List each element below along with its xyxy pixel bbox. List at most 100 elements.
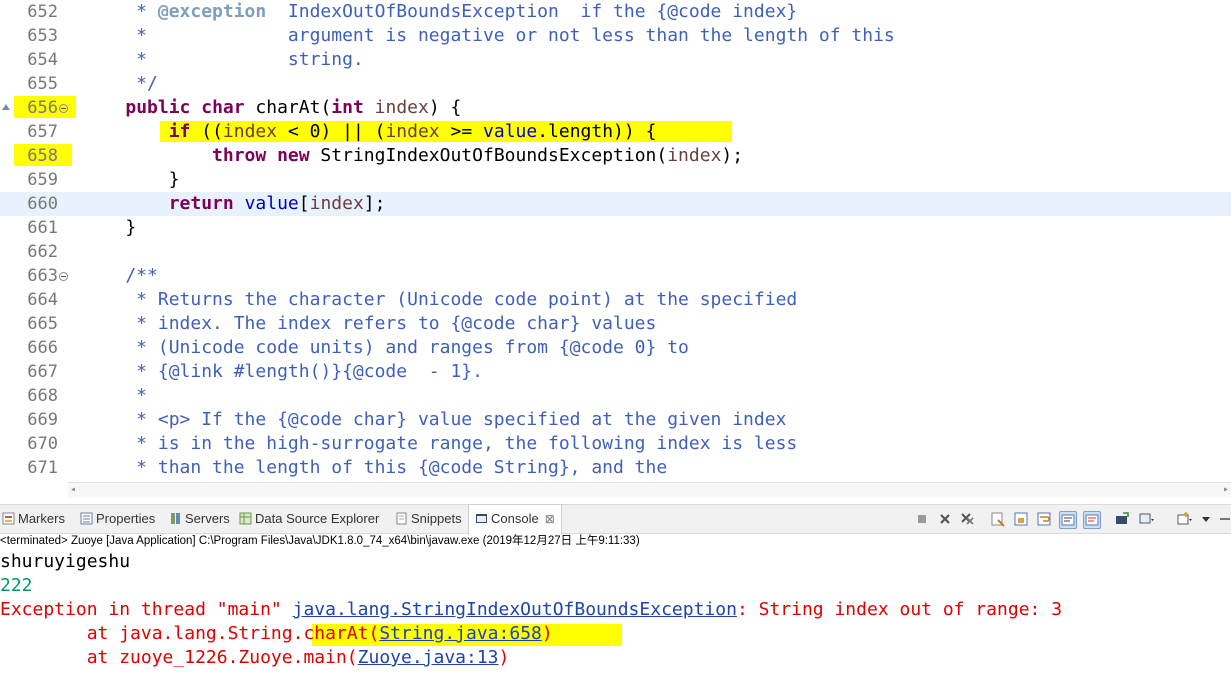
code-line[interactable]: 653 * argument is negative or not less t… [0, 24, 1231, 48]
code-line[interactable]: 658 throw new StringIndexOutOfBoundsExce… [0, 144, 1231, 168]
line-number: 659 [27, 170, 58, 190]
code-text: * than the length of this {@code String}… [82, 456, 667, 480]
word-wrap-icon[interactable] [1036, 511, 1052, 527]
trace2-link[interactable]: Zuoye.java:13 [358, 647, 499, 668]
trace1-link[interactable]: String.java:658 [379, 623, 542, 644]
clear-console-icon[interactable] [990, 511, 1006, 527]
line-number: 664 [27, 290, 58, 310]
code-text: * <p> If the {@code char} value specifie… [82, 408, 786, 432]
code-line[interactable]: 655 */ [0, 72, 1231, 96]
code-text: * argument is negative or not less than … [82, 24, 895, 48]
code-line[interactable]: 663 /** [0, 264, 1231, 288]
code-token: index [374, 97, 429, 118]
editor-horizontal-scrollbar[interactable]: ◂ ▸ [68, 482, 1231, 497]
code-token: * <p> If the {@code char} value specifie… [82, 409, 787, 430]
display-console-icon[interactable] [1138, 511, 1154, 527]
tab-servers[interactable]: Servers [169, 505, 230, 533]
code-token: * (Unicode code units) and ranges from {… [82, 337, 689, 358]
data-source-icon [239, 512, 252, 525]
exception-class-link[interactable]: java.lang.StringIndexOutOfBoundsExceptio… [293, 599, 737, 620]
code-text: } [82, 168, 180, 192]
code-text: * {@link #length()}{@code - 1}. [82, 360, 483, 384]
exception-prefix: Exception in thread "main" [0, 599, 293, 620]
tab-snippets[interactable]: Snippets [395, 505, 462, 533]
code-token: IndexOutOfBoundsException if the {@code … [266, 1, 798, 22]
code-line[interactable]: 654 * string. [0, 48, 1231, 72]
stack-trace-line-1: at java.lang.String.charAt(String.java:6… [0, 622, 553, 646]
view-menu-icon[interactable] [1198, 511, 1214, 527]
code-line[interactable]: 670 * is in the high-surrogate range, th… [0, 432, 1231, 456]
scroll-left-icon[interactable]: ◂ [70, 484, 76, 496]
tab-data-source-explorer[interactable]: Data Source Explorer [239, 505, 379, 533]
tab-markers-label: Markers [18, 511, 65, 526]
terminate-icon[interactable] [914, 511, 930, 527]
code-token: } [82, 169, 180, 190]
code-token: < 0) || ( [277, 121, 386, 142]
code-line[interactable]: 668 * [0, 384, 1231, 408]
code-text: * [82, 384, 147, 408]
code-line[interactable]: 666 * (Unicode code units) and ranges fr… [0, 336, 1231, 360]
code-line[interactable]: 669 * <p> If the {@code char} value spec… [0, 408, 1231, 432]
line-number: 670 [27, 434, 58, 454]
code-line[interactable]: 665 * index. The index refers to {@code … [0, 312, 1231, 336]
override-marker-icon[interactable] [2, 104, 10, 110]
code-token: * index. The index refers to {@code char… [82, 313, 657, 334]
close-console-icon[interactable]: ⊠ [545, 512, 555, 526]
line-number: 663 [27, 266, 58, 286]
code-text: * @exception IndexOutOfBoundsException i… [82, 0, 797, 24]
code-token: * [82, 385, 148, 406]
stack-trace-line-2: at zuoye_1226.Zuoye.main(Zuoye.java:13) [0, 646, 510, 670]
code-line[interactable]: 660 return value[index]; [0, 192, 1231, 216]
code-text: * string. [82, 48, 364, 72]
tab-console-label: Console [491, 511, 539, 526]
code-line[interactable]: 662 [0, 240, 1231, 264]
code-token: char [201, 97, 245, 118]
console-stdout-line: shuruyigeshu [0, 551, 131, 572]
minimize-view-icon[interactable] [1219, 511, 1231, 527]
code-line[interactable]: 664 * Returns the character (Unicode cod… [0, 288, 1231, 312]
scroll-right-icon[interactable]: ▸ [1223, 484, 1229, 496]
tab-properties[interactable]: Properties [80, 505, 155, 533]
remove-all-terminated-icon[interactable] [959, 511, 975, 527]
code-line[interactable]: 652 * @exception IndexOutOfBoundsExcepti… [0, 0, 1231, 24]
code-editor[interactable]: 652 * @exception IndexOutOfBoundsExcepti… [0, 0, 1231, 482]
fold-toggle-icon[interactable] [59, 272, 68, 281]
remove-launch-icon[interactable] [937, 511, 953, 527]
tab-markers[interactable]: Markers [2, 505, 65, 533]
code-line[interactable]: 667 * {@link #length()}{@code - 1}. [0, 360, 1231, 384]
code-text: * index. The index refers to {@code char… [82, 312, 656, 336]
console-output[interactable]: shuruyigeshu 222 Exception in thread "ma… [0, 550, 1231, 694]
code-line[interactable]: 661 } [0, 216, 1231, 240]
code-text: throw new StringIndexOutOfBoundsExceptio… [82, 144, 743, 168]
code-line[interactable]: 671 * than the length of this {@code Str… [0, 456, 1231, 480]
code-text: if ((index < 0) || (index >= value.lengt… [82, 120, 657, 144]
code-token: } [82, 217, 137, 238]
line-number: 660 [27, 194, 58, 214]
tab-console[interactable]: Console ⊠ [468, 504, 562, 535]
code-token: */ [82, 73, 158, 94]
markers-icon [2, 512, 15, 525]
scroll-lock-icon[interactable] [1013, 511, 1029, 527]
open-console-icon[interactable] [1176, 511, 1192, 527]
show-stderr-icon[interactable] [1083, 511, 1101, 529]
line-number: 667 [27, 362, 58, 382]
exception-line: Exception in thread "main" java.lang.Str… [0, 598, 1062, 622]
show-stdout-icon[interactable] [1059, 511, 1077, 529]
code-token: * is in the high-surrogate range, the fo… [82, 433, 798, 454]
code-line[interactable]: 657 if ((index < 0) || (index >= value.l… [0, 120, 1231, 144]
code-token: ]; [363, 193, 386, 214]
code-token: public [125, 97, 191, 118]
code-line[interactable]: 656 public char charAt(int index) { [0, 96, 1231, 120]
fold-toggle-icon[interactable] [59, 104, 68, 113]
code-token: index [222, 121, 278, 142]
code-line[interactable]: 659 } [0, 168, 1231, 192]
code-token: * {@link #length()}{@code - 1}. [82, 361, 483, 382]
code-token: return [168, 193, 234, 214]
trace1-prefix: at java.lang.String.charAt( [0, 623, 380, 644]
pin-console-icon[interactable] [1114, 511, 1130, 527]
code-text: } [82, 216, 136, 240]
code-text: public char charAt(int index) { [82, 96, 461, 120]
